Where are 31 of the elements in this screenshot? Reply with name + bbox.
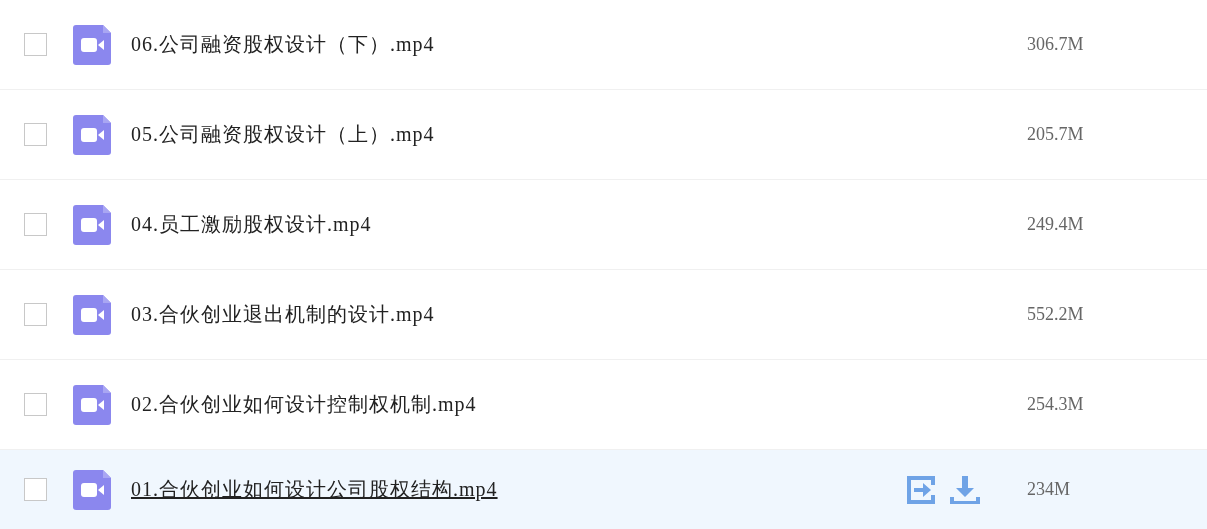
video-file-icon <box>73 204 111 245</box>
file-name-link[interactable]: 03.合伙创业退出机制的设计.mp4 <box>131 301 435 328</box>
file-size: 205.7M <box>1027 124 1085 145</box>
file-name-link[interactable]: 04.员工激励股权设计.mp4 <box>131 211 372 238</box>
share-icon[interactable] <box>906 475 936 504</box>
file-size: 249.4M <box>1027 214 1085 235</box>
checkbox[interactable] <box>24 33 47 56</box>
file-size: 254.3M <box>1027 394 1085 415</box>
file-row[interactable]: 01.合伙创业如何设计公司股权结构.mp4 234M <box>0 450 1207 529</box>
checkbox[interactable] <box>24 213 47 236</box>
file-size: 306.7M <box>1027 34 1085 55</box>
file-size: 234M <box>1027 479 1071 500</box>
video-file-icon <box>73 469 111 510</box>
checkbox[interactable] <box>24 123 47 146</box>
file-name-link[interactable]: 05.公司融资股权设计（上）.mp4 <box>131 121 435 148</box>
checkbox[interactable] <box>24 303 47 326</box>
checkbox[interactable] <box>24 393 47 416</box>
download-icon[interactable] <box>950 475 980 504</box>
video-file-icon <box>73 24 111 65</box>
file-name-link[interactable]: 02.合伙创业如何设计控制权机制.mp4 <box>131 391 477 418</box>
file-row[interactable]: 03.合伙创业退出机制的设计.mp4 552.2M <box>0 270 1207 360</box>
video-file-icon <box>73 384 111 425</box>
video-file-icon <box>73 294 111 335</box>
file-row[interactable]: 04.员工激励股权设计.mp4 249.4M <box>0 180 1207 270</box>
checkbox[interactable] <box>24 478 47 501</box>
file-name-link[interactable]: 01.合伙创业如何设计公司股权结构.mp4 <box>131 476 498 503</box>
file-size: 552.2M <box>1027 304 1085 325</box>
file-row[interactable]: 06.公司融资股权设计（下）.mp4 306.7M <box>0 0 1207 90</box>
file-row[interactable]: 05.公司融资股权设计（上）.mp4 205.7M <box>0 90 1207 180</box>
video-file-icon <box>73 114 111 155</box>
file-name-link[interactable]: 06.公司融资股权设计（下）.mp4 <box>131 31 435 58</box>
